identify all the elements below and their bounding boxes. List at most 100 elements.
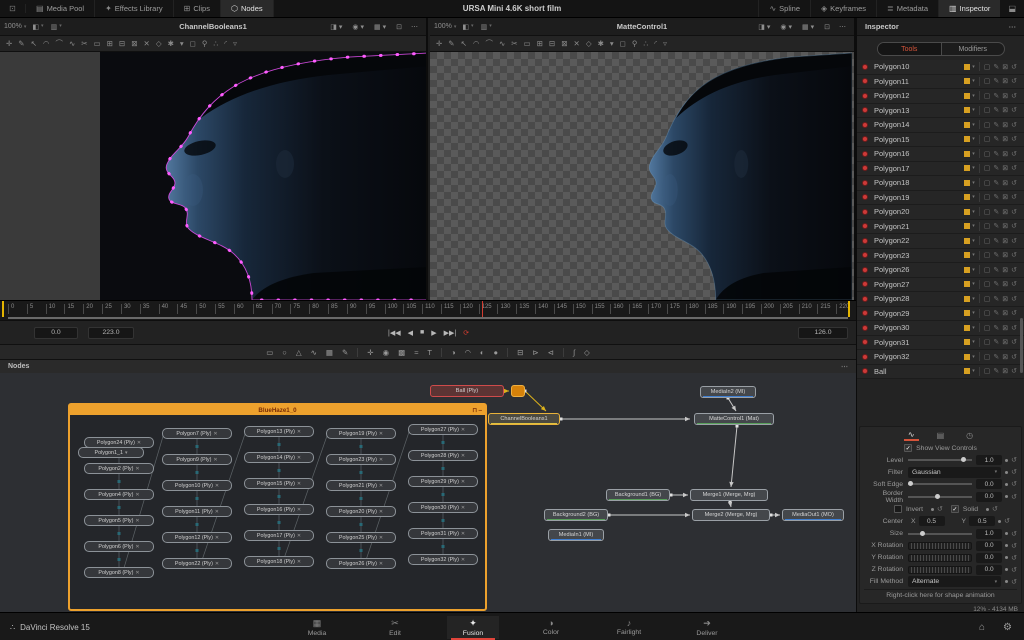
lock-icon[interactable]: ⊠ [1002,92,1008,100]
frame-icon[interactable]: ▢ [984,193,991,201]
frame-icon[interactable]: ▢ [984,106,991,114]
y-value-field[interactable]: 0.5 [969,516,995,526]
value-field[interactable]: 0.0 [976,541,1002,551]
rotation-wheel[interactable] [908,542,972,550]
color-swatch-icon[interactable] [964,296,970,302]
zoom-select[interactable]: 100%▾ [434,23,456,30]
reset-icon[interactable]: ↺ [1011,106,1017,114]
color-swatch-icon[interactable] [964,165,970,171]
tool-row-polygon23[interactable]: Polygon23▾▢✎⊠↺ [857,249,1024,264]
node-polygon17[interactable]: Polygon17 (Ply)✕ [244,530,314,541]
tool-row-polygon13[interactable]: Polygon13▾▢✎⊠↺ [857,104,1024,119]
frame-icon[interactable]: ▢ [984,63,991,71]
slider-knob[interactable] [935,494,940,499]
frame-icon[interactable]: ▢ [984,179,991,187]
dropdown-filter[interactable]: Gaussian▾ [908,467,1001,478]
pick-icon[interactable]: ✎ [993,164,999,172]
keyframes-tool-icon[interactable]: ◇ [584,348,590,357]
strip-tool-icon[interactable]: ◇ [156,39,162,48]
strip-tool-icon[interactable]: ▾ [180,39,184,48]
range-start-field[interactable]: 0.0 [34,327,78,339]
frame-icon[interactable]: ▢ [984,208,991,216]
strip-tool-icon[interactable]: ◜ [224,39,227,48]
pick-icon[interactable]: ✎ [993,208,999,216]
reset-icon[interactable]: ↺ [1004,517,1010,525]
node-polygon5[interactable]: Polygon5 (Ply)✕ [84,515,154,526]
enabled-dot-icon[interactable] [862,209,868,215]
range-end-marker[interactable] [848,301,850,317]
tool-row-polygon20[interactable]: Polygon20▾▢✎⊠↺ [857,205,1024,220]
page-tab-media[interactable]: ▦Media [291,616,343,639]
color-swatch-icon[interactable] [964,64,970,70]
lock-icon[interactable]: ⊠ [1002,280,1008,288]
node-polygon26[interactable]: Polygon26 (Ply)✕ [326,558,396,569]
text-tool-icon[interactable]: T [427,348,432,357]
strip-tool-icon[interactable]: ⊟ [119,39,125,48]
pick-icon[interactable]: ✎ [993,193,999,201]
frame-icon[interactable]: ▢ [984,353,991,361]
pick-icon[interactable]: ✎ [993,295,999,303]
rotation-wheel[interactable] [908,566,972,574]
frame-icon[interactable]: ▢ [984,164,991,172]
lock-icon[interactable]: ⊠ [1002,106,1008,114]
value-field[interactable]: 1.0 [976,455,1002,465]
frame-icon[interactable]: ▢ [984,324,991,332]
reset-icon[interactable]: ↺ [1011,237,1017,245]
tool-row-polygon11[interactable]: Polygon11▾▢✎⊠↺ [857,75,1024,90]
bitmap-mask-tool-icon[interactable]: ▦ [326,348,333,357]
reset-icon[interactable]: ↺ [1011,135,1017,143]
viewer-left-canvas[interactable] [0,52,426,300]
range-end-field[interactable]: 223.0 [88,327,134,339]
page-tab-color[interactable]: ◑Color [525,616,577,638]
color-swatch-icon[interactable] [964,354,970,360]
node-polygon12[interactable]: Polygon12 (Ply)✕ [162,532,232,543]
value-field[interactable]: 1.0 [976,529,1002,539]
top-button-keyframes[interactable]: ◈Keyframes [810,0,876,17]
node-graph-canvas[interactable]: BlueHaze1_0⊓ ‒Polygon1_1▾Polygon24 (Ply)… [0,373,856,612]
stop-button[interactable]: ■ [420,329,424,336]
strip-tool-icon[interactable]: ✕ [574,39,580,48]
media-out-tool-icon[interactable]: ⊲ [548,348,554,357]
reset-icon[interactable]: ↺ [1011,266,1017,274]
slider-knob[interactable] [920,531,925,536]
reset-icon[interactable]: ↺ [992,505,998,513]
node-polygon15[interactable]: Polygon15 (Ply)✕ [244,478,314,489]
pick-icon[interactable]: ✎ [993,324,999,332]
value-field[interactable]: 0.0 [976,479,1002,489]
strip-tool-icon[interactable]: ◻ [620,39,626,48]
frame-icon[interactable]: ▢ [984,77,991,85]
tool-row-polygon30[interactable]: Polygon30▾▢✎⊠↺ [857,321,1024,336]
top-button-effects-library[interactable]: ✦Effects Library [95,0,174,17]
strip-tool-icon[interactable]: ✛ [6,39,12,48]
enabled-dot-icon[interactable] [862,194,868,200]
tool-row-ball[interactable]: Ball▾▢✎⊠↺ [857,365,1024,380]
strip-tool-icon[interactable]: ◠ [473,39,480,48]
spline-tool-icon[interactable]: ∫ [573,348,575,357]
reset-icon[interactable]: ↺ [1011,456,1017,464]
node-polygon4[interactable]: Polygon4 (Ply)✕ [84,489,154,500]
lock-icon[interactable]: ⊠ [1002,353,1008,361]
color-swatch-icon[interactable] [964,223,970,229]
pick-icon[interactable]: ✎ [993,63,999,71]
frame-icon[interactable]: ▢ [984,121,991,129]
color-swatch-icon[interactable] [964,267,970,273]
node-polygon6[interactable]: Polygon6 (Ply)✕ [84,541,154,552]
show-view-controls-checkbox[interactable]: ✓ [904,444,912,452]
tool-row-polygon12[interactable]: Polygon12▾▢✎⊠↺ [857,89,1024,104]
viewer-option-icon[interactable]: ▦▾ [374,23,386,31]
frame-icon[interactable]: ▢ [984,251,991,259]
lock-icon[interactable]: ⊠ [1002,266,1008,274]
node-merge1-merge-mrg-[interactable]: Merge1 (Merge, Mrg) [690,489,768,501]
color-swatch-icon[interactable] [964,194,970,200]
node-mattecontrol1-mat-[interactable]: MatteControl1 (Mat) [694,413,774,425]
strip-tool-icon[interactable]: ▭ [94,39,101,48]
pick-icon[interactable]: ✎ [993,92,999,100]
pick-icon[interactable]: ✎ [993,77,999,85]
slider-track[interactable] [908,533,972,535]
node-polygon23[interactable]: Polygon23 (Ply)✕ [326,454,396,465]
group-collapse-icons[interactable]: ⊓ ‒ [472,407,482,414]
node-polygon20[interactable]: Polygon20 (Ply)✕ [326,506,396,517]
image-tab[interactable]: ▤ [933,431,949,440]
play-button[interactable]: ▶ [431,329,436,337]
strip-tool-icon[interactable]: ✱ [168,39,174,48]
